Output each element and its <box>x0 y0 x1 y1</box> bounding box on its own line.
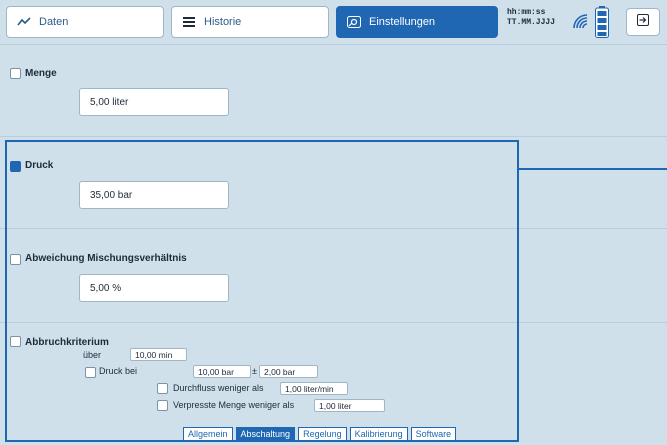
tab-historie[interactable]: Historie <box>171 6 329 38</box>
exit-icon <box>637 13 649 31</box>
tab-daten[interactable]: Daten <box>6 6 164 38</box>
tolerance-prefix: ± <box>252 366 257 376</box>
druck-bei-checkbox[interactable] <box>85 367 96 378</box>
durchfluss-label: Durchfluss weniger als <box>173 383 264 393</box>
druck-input[interactable]: 35,00 bar <box>79 181 229 209</box>
tab-einstellungen[interactable]: Einstellungen <box>336 6 498 38</box>
settings-icon <box>347 16 361 28</box>
ueber-input[interactable]: 10,00 min <box>130 348 187 361</box>
clock-display: hh:mm:ss TT.MM.JJJJ <box>507 8 555 28</box>
subtab-regelung[interactable]: Regelung <box>298 427 347 441</box>
menge-checkbox[interactable] <box>10 68 21 79</box>
subtab-software[interactable]: Software <box>410 427 457 441</box>
tab-einstellungen-label: Einstellungen <box>369 16 436 28</box>
tolerance-input[interactable]: 2,00 bar <box>259 365 318 378</box>
ueber-label: über <box>83 350 102 360</box>
verpresst-checkbox[interactable] <box>157 400 168 411</box>
tab-daten-label: Daten <box>39 16 69 28</box>
abbruch-label: Abbruchkriterium <box>25 337 109 348</box>
druck-checkbox[interactable] <box>10 161 21 172</box>
list-icon <box>182 16 196 28</box>
leader-line <box>519 168 667 170</box>
subtab-bar: Allgemein Abschaltung Regelung Kalibrier… <box>183 427 457 441</box>
abweichung-label: Abweichung Mischungsverhältnis <box>25 253 187 264</box>
status-area: hh:mm:ss TT.MM.JJJJ <box>507 6 619 38</box>
menge-input[interactable]: 5,00 liter <box>79 88 229 116</box>
battery-icon <box>595 6 609 43</box>
subtab-kalibrierung[interactable]: Kalibrierung <box>349 427 408 441</box>
tab-historie-label: Historie <box>204 16 242 28</box>
durchfluss-input[interactable]: 1,00 liter/min <box>280 382 348 395</box>
top-bar: Daten Historie Einstellungen hh:mm:ss TT… <box>0 0 667 44</box>
abbruch-checkbox[interactable] <box>10 336 21 347</box>
time-format: hh:mm:ss <box>507 8 546 17</box>
durchfluss-checkbox[interactable] <box>157 383 168 394</box>
druck-bei-label: Druck bei <box>99 366 138 376</box>
subtab-abschaltung[interactable]: Abschaltung <box>235 427 296 441</box>
menge-label: Menge <box>25 68 57 79</box>
abweichung-checkbox[interactable] <box>10 254 21 265</box>
exit-button[interactable] <box>626 8 660 36</box>
druck-label: Druck <box>25 160 54 171</box>
wireless-icon <box>571 12 589 35</box>
subtab-allgemein[interactable]: Allgemein <box>183 427 233 441</box>
verpresst-input[interactable]: 1,00 liter <box>314 399 385 412</box>
chart-line-icon <box>17 16 31 28</box>
abweichung-input[interactable]: 5,00 % <box>79 274 229 302</box>
date-format: TT.MM.JJJJ <box>507 18 556 27</box>
druck-bei-input[interactable]: 10,00 bar <box>193 365 251 378</box>
verpresst-label: Verpresste Menge weniger als <box>173 400 295 410</box>
